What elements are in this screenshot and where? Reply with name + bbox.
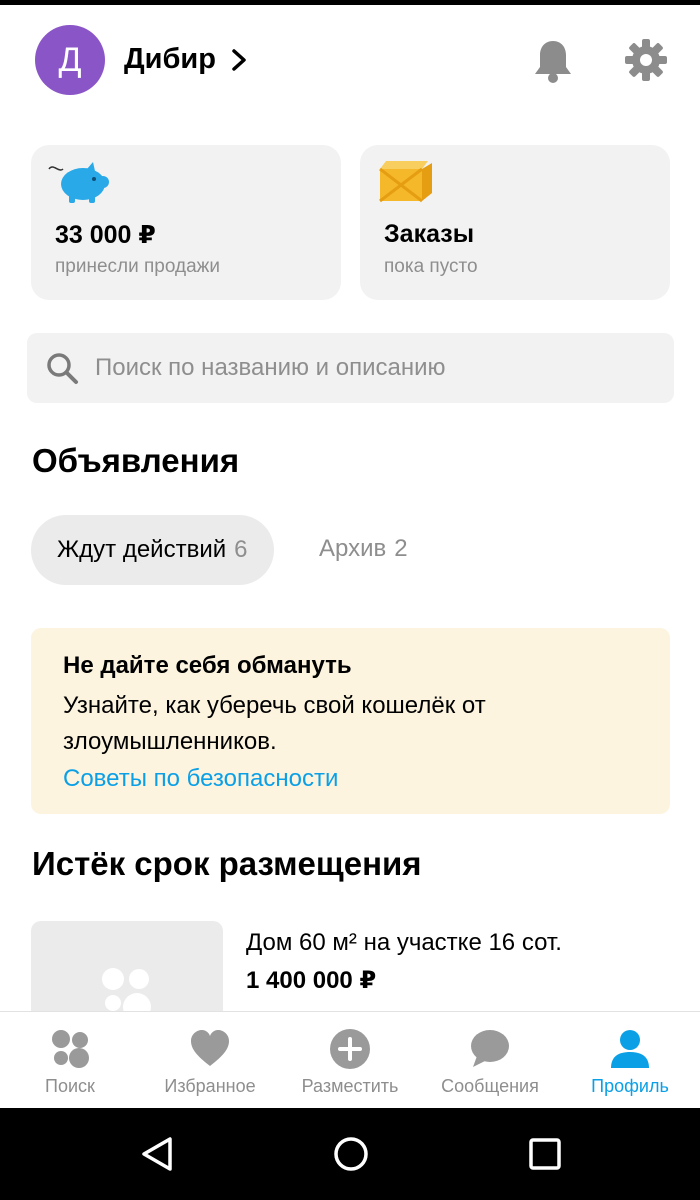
nav-item-profile[interactable]: Профиль: [560, 1012, 700, 1108]
tab-count: 6: [234, 536, 248, 563]
warning-text: Узнайте, как уберечь свой кошелёк от зло…: [63, 692, 486, 755]
heart-icon: [191, 1030, 229, 1066]
search-icon: [47, 353, 78, 384]
nav-label: Сообщения: [441, 1076, 539, 1096]
tab-count: 2: [394, 535, 408, 562]
tab-label: Архив: [319, 535, 387, 562]
listing-title: Дом 60 м² на участке 16 сот.: [246, 929, 562, 956]
tab-awaiting-action[interactable]: Ждут действий 6: [31, 515, 274, 585]
sales-amount: 33 000 ₽: [55, 221, 156, 249]
profile-header: Д Дибир: [0, 5, 700, 115]
nav-item-favorites[interactable]: Избранное: [140, 1012, 280, 1108]
gear-icon[interactable]: [624, 38, 668, 82]
orders-card[interactable]: Заказы пока пусто: [360, 145, 670, 300]
recent-apps-icon[interactable]: [527, 1136, 563, 1172]
nav-label: Избранное: [164, 1076, 256, 1096]
nav-label: Поиск: [45, 1076, 95, 1096]
person-icon: [611, 1030, 649, 1068]
security-warning-banner: Не дайте себя обмануть Узнайте, как убер…: [31, 628, 670, 814]
listing-price: 1 400 000 ₽: [246, 967, 377, 994]
user-name: Дибир: [124, 43, 216, 75]
box-icon: [379, 161, 432, 203]
dots-search-icon: [52, 1030, 89, 1068]
chat-bubble-icon: [471, 1030, 509, 1067]
user-name-link[interactable]: Дибир: [124, 43, 248, 76]
sales-card[interactable]: 33 000 ₽ принесли продажи: [31, 145, 341, 300]
orders-subtitle: пока пусто: [384, 256, 478, 277]
plus-circle-icon: [330, 1029, 370, 1069]
search-input[interactable]: [95, 354, 635, 382]
sales-subtitle: принесли продажи: [55, 256, 220, 277]
back-icon[interactable]: [140, 1136, 176, 1172]
chevron-right-icon: [232, 48, 246, 71]
home-icon[interactable]: [333, 1136, 369, 1172]
ads-section-title: Объявления: [32, 442, 240, 479]
nav-item-messages[interactable]: Сообщения: [420, 1012, 560, 1108]
nav-label: Профиль: [591, 1076, 669, 1096]
bottom-navigation: Поиск Избранное Разместить Сообщения Про…: [0, 1011, 700, 1108]
tab-archive[interactable]: Архив 2: [319, 535, 408, 563]
tab-label: Ждут действий: [57, 536, 227, 563]
piggy-bank-icon: [48, 162, 109, 203]
system-navigation-bar: [0, 1108, 700, 1200]
expired-section-title: Истёк срок размещения: [32, 845, 422, 882]
avatar[interactable]: Д: [35, 25, 105, 95]
nav-item-search[interactable]: Поиск: [0, 1012, 140, 1108]
nav-label: Разместить: [301, 1076, 399, 1096]
nav-item-post[interactable]: Разместить: [280, 1012, 420, 1108]
warning-title: Не дайте себя обмануть: [63, 652, 352, 679]
profile-screen: Д Дибир 33 000 ₽ принесли продажи Заказы…: [0, 5, 700, 1108]
bell-icon[interactable]: [532, 39, 574, 83]
orders-title: Заказы: [384, 220, 475, 248]
search-bar[interactable]: [27, 333, 674, 403]
security-tips-link[interactable]: Советы по безопасности: [63, 765, 338, 793]
